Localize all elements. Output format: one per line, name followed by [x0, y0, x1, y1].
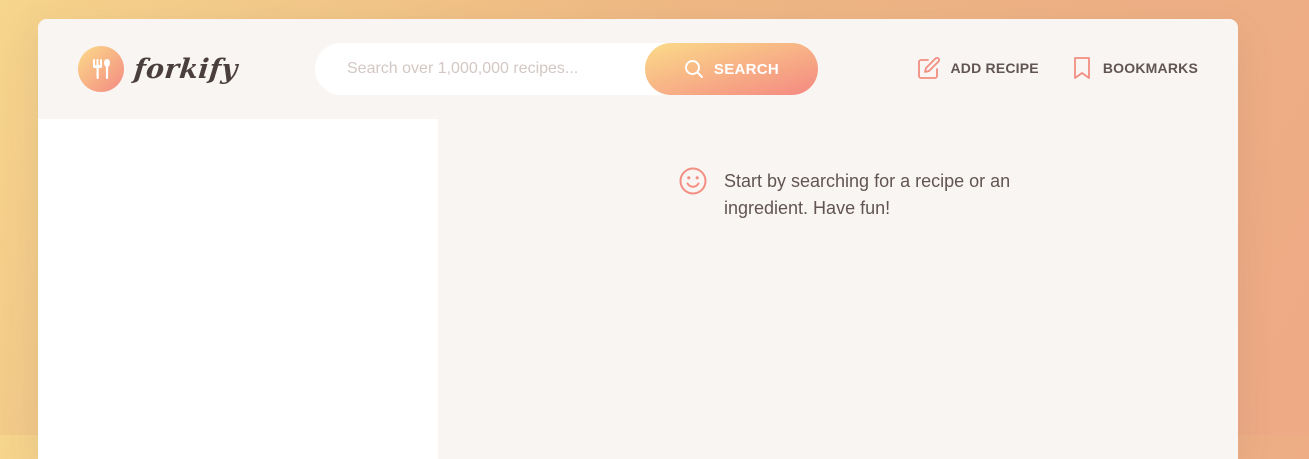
smile-icon — [679, 167, 707, 195]
bookmarks-button[interactable]: BOOKMARKS — [1071, 56, 1198, 80]
bookmark-icon — [1073, 57, 1090, 79]
nav: ADD RECIPE BOOKMARKS — [917, 56, 1199, 80]
edit-icon — [917, 57, 940, 79]
add-recipe-button[interactable]: ADD RECIPE — [917, 56, 1039, 80]
start-message: Start by searching for a recipe or an in… — [678, 166, 1038, 222]
header: forkify SEARCH ADD RECIPE — [38, 19, 1238, 119]
logo-text: forkify — [132, 53, 240, 85]
search-input[interactable] — [345, 59, 639, 79]
app-container: forkify SEARCH ADD RECIPE — [38, 19, 1238, 459]
search-button-label: SEARCH — [713, 60, 780, 78]
search-button[interactable]: SEARCH — [645, 43, 818, 95]
search-results-panel — [38, 119, 438, 459]
search-icon — [684, 60, 703, 78]
recipe-panel: Start by searching for a recipe or an in… — [438, 119, 1238, 459]
search-form: SEARCH — [315, 43, 818, 95]
start-message-text: Start by searching for a recipe or an in… — [724, 171, 1011, 218]
fork-spoon-icon — [78, 46, 124, 92]
bookmarks-label: BOOKMARKS — [1102, 60, 1198, 76]
add-recipe-label: ADD RECIPE — [950, 60, 1039, 76]
logo[interactable]: forkify — [78, 46, 240, 92]
